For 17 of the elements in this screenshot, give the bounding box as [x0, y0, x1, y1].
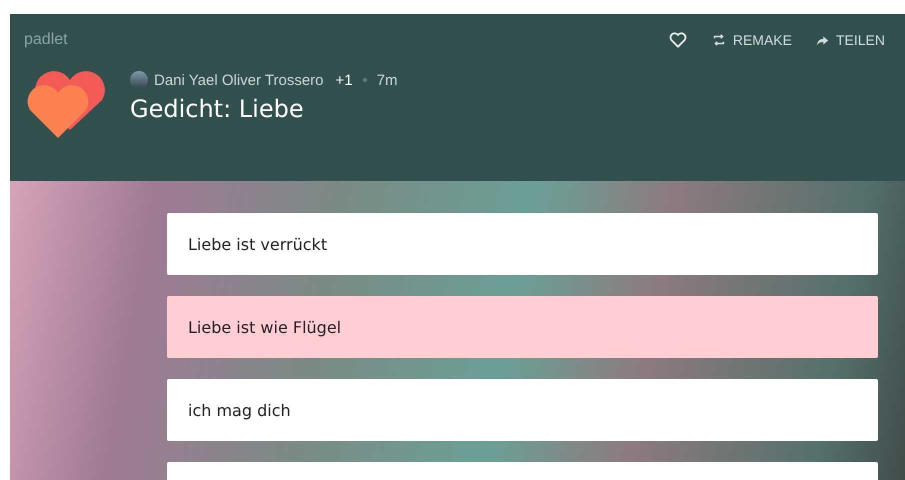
post-text: ich mag dich — [188, 400, 291, 420]
post-card[interactable]: ich mag dich — [167, 379, 878, 441]
avatar — [130, 71, 148, 89]
post-text: Liebe ist wie Flügel — [188, 318, 342, 336]
post-time: 7m — [376, 72, 398, 88]
separator-dot — [362, 78, 367, 82]
author-name[interactable]: Dani Yael Oliver Trossero — [154, 72, 324, 88]
action-button[interactable]: TEILEN — [816, 32, 885, 48]
collaborator-count: +1 — [336, 72, 353, 88]
post-text: Liebe ist verrückt — [188, 234, 328, 254]
post-card[interactable]: Liebe ist wie Flügel — [167, 296, 878, 358]
action-button[interactable]: REMAKE — [712, 32, 792, 48]
padlet-logo-text[interactable]: padlet — [24, 31, 68, 49]
repeat-icon — [712, 33, 726, 47]
post-card[interactable]: Liebe ist verrückt — [167, 213, 878, 275]
heart-icon[interactable] — [668, 30, 688, 50]
padlet-title: Gedicht: Liebe — [130, 95, 305, 123]
